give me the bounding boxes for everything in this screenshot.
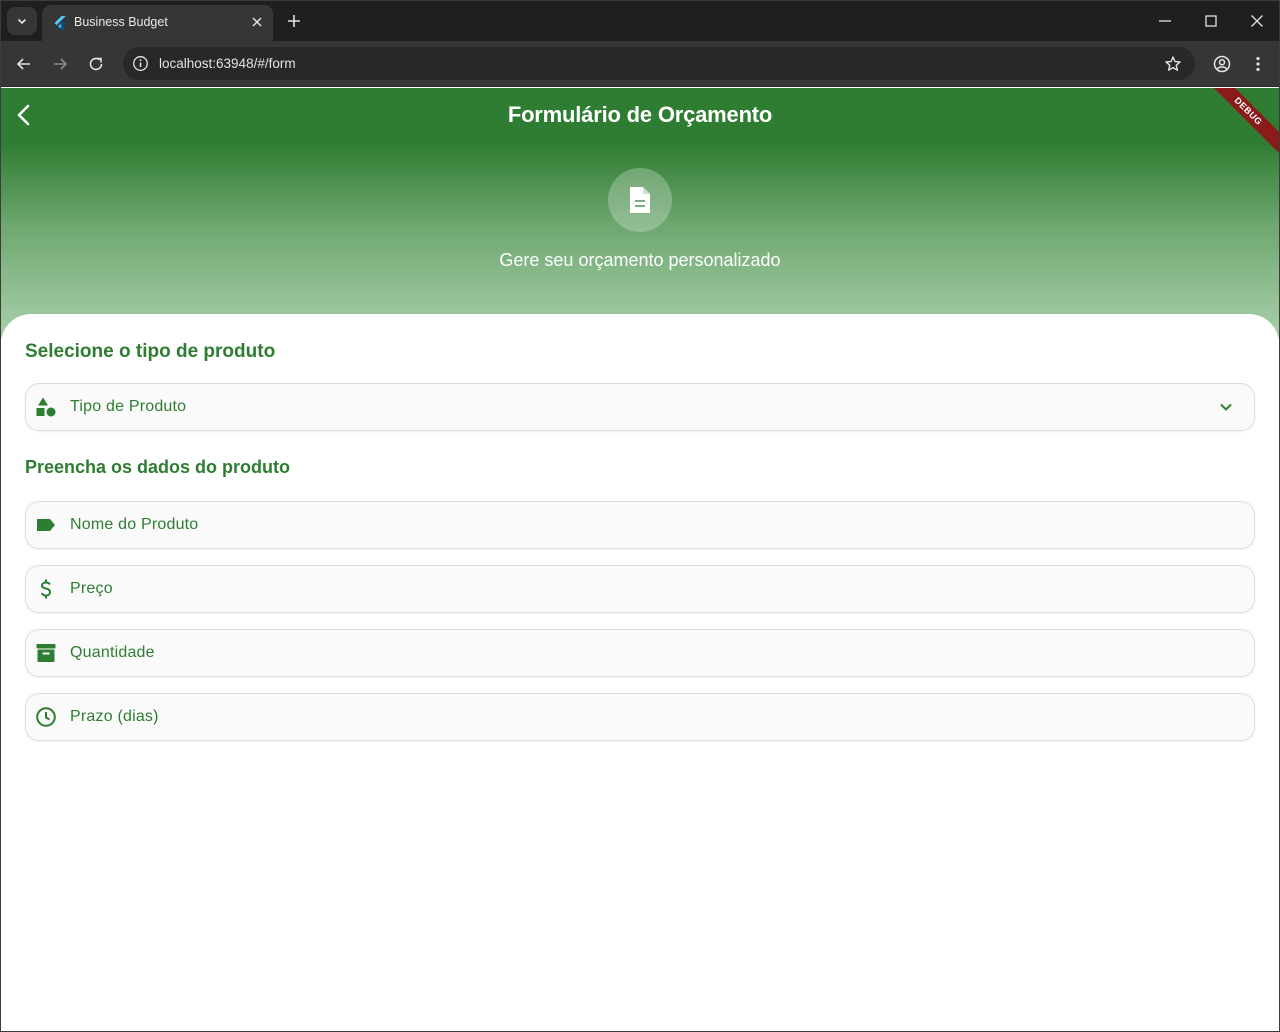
reload-icon[interactable] (86, 54, 106, 74)
window-close-icon[interactable] (1248, 12, 1266, 30)
page-subtitle: Gere seu orçamento personalizado (499, 250, 781, 270)
profile-icon[interactable] (1212, 54, 1232, 74)
dollar-icon (40, 579, 52, 599)
more-menu-icon[interactable] (1248, 54, 1268, 74)
label-icon (37, 519, 55, 531)
quantity-field[interactable]: Quantidade (25, 629, 1255, 677)
tab-search-button[interactable] (7, 7, 37, 35)
product-name-label: Nome do Produto (70, 516, 199, 533)
document-icon (630, 187, 650, 213)
category-icon (36, 397, 56, 417)
browser-window: Business Budget localhost:63948/#/form F… (0, 0, 1280, 1032)
product-type-dropdown[interactable]: Tipo de Produto (25, 383, 1255, 431)
app-viewport: Formulário de Orçamento DEBUG Gere seu o… (1, 88, 1279, 1031)
inventory-box-icon (36, 644, 56, 662)
browser-tab[interactable]: Business Budget (42, 5, 273, 41)
close-icon[interactable] (249, 14, 265, 30)
product-name-field[interactable]: Nome do Produto (25, 501, 1255, 549)
maximize-icon[interactable] (1202, 12, 1220, 30)
section-title-product-data: Preencha os dados do produto (25, 457, 291, 477)
document-avatar (608, 168, 672, 232)
minimize-icon[interactable] (1156, 12, 1174, 30)
site-info-icon[interactable] (132, 55, 149, 72)
url-text[interactable]: localhost:63948/#/form (159, 56, 296, 71)
forward-arrow-icon[interactable] (50, 54, 70, 74)
flutter-favicon-icon (54, 16, 66, 30)
deadline-label: Prazo (dias) (70, 708, 159, 725)
address-bar[interactable]: localhost:63948/#/form (123, 47, 1195, 80)
price-field[interactable]: Preço (25, 565, 1255, 613)
chevron-down-icon (17, 18, 27, 25)
new-tab-plus-icon[interactable] (285, 12, 303, 30)
tab-strip: Business Budget (1, 1, 1279, 41)
back-arrow-icon[interactable] (14, 54, 34, 74)
browser-toolbar: localhost:63948/#/form (1, 41, 1279, 87)
bookmark-star-icon[interactable] (1164, 55, 1182, 73)
product-type-label: Tipo de Produto (70, 398, 187, 415)
quantity-label: Quantidade (70, 644, 155, 661)
deadline-field[interactable]: Prazo (dias) (25, 693, 1255, 741)
chevron-down-icon (1220, 403, 1232, 411)
form-card: Selecione o tipo de produto Tipo de Prod… (1, 314, 1279, 1031)
price-label: Preço (70, 580, 113, 597)
page-title: Formulário de Orçamento (507, 102, 773, 127)
header-gradient: Formulário de Orçamento DEBUG Gere seu o… (1, 88, 1279, 338)
clock-icon (36, 707, 56, 727)
tab-title: Business Budget (74, 15, 168, 29)
section-title-product-type: Selecione o tipo de produto (25, 341, 276, 362)
